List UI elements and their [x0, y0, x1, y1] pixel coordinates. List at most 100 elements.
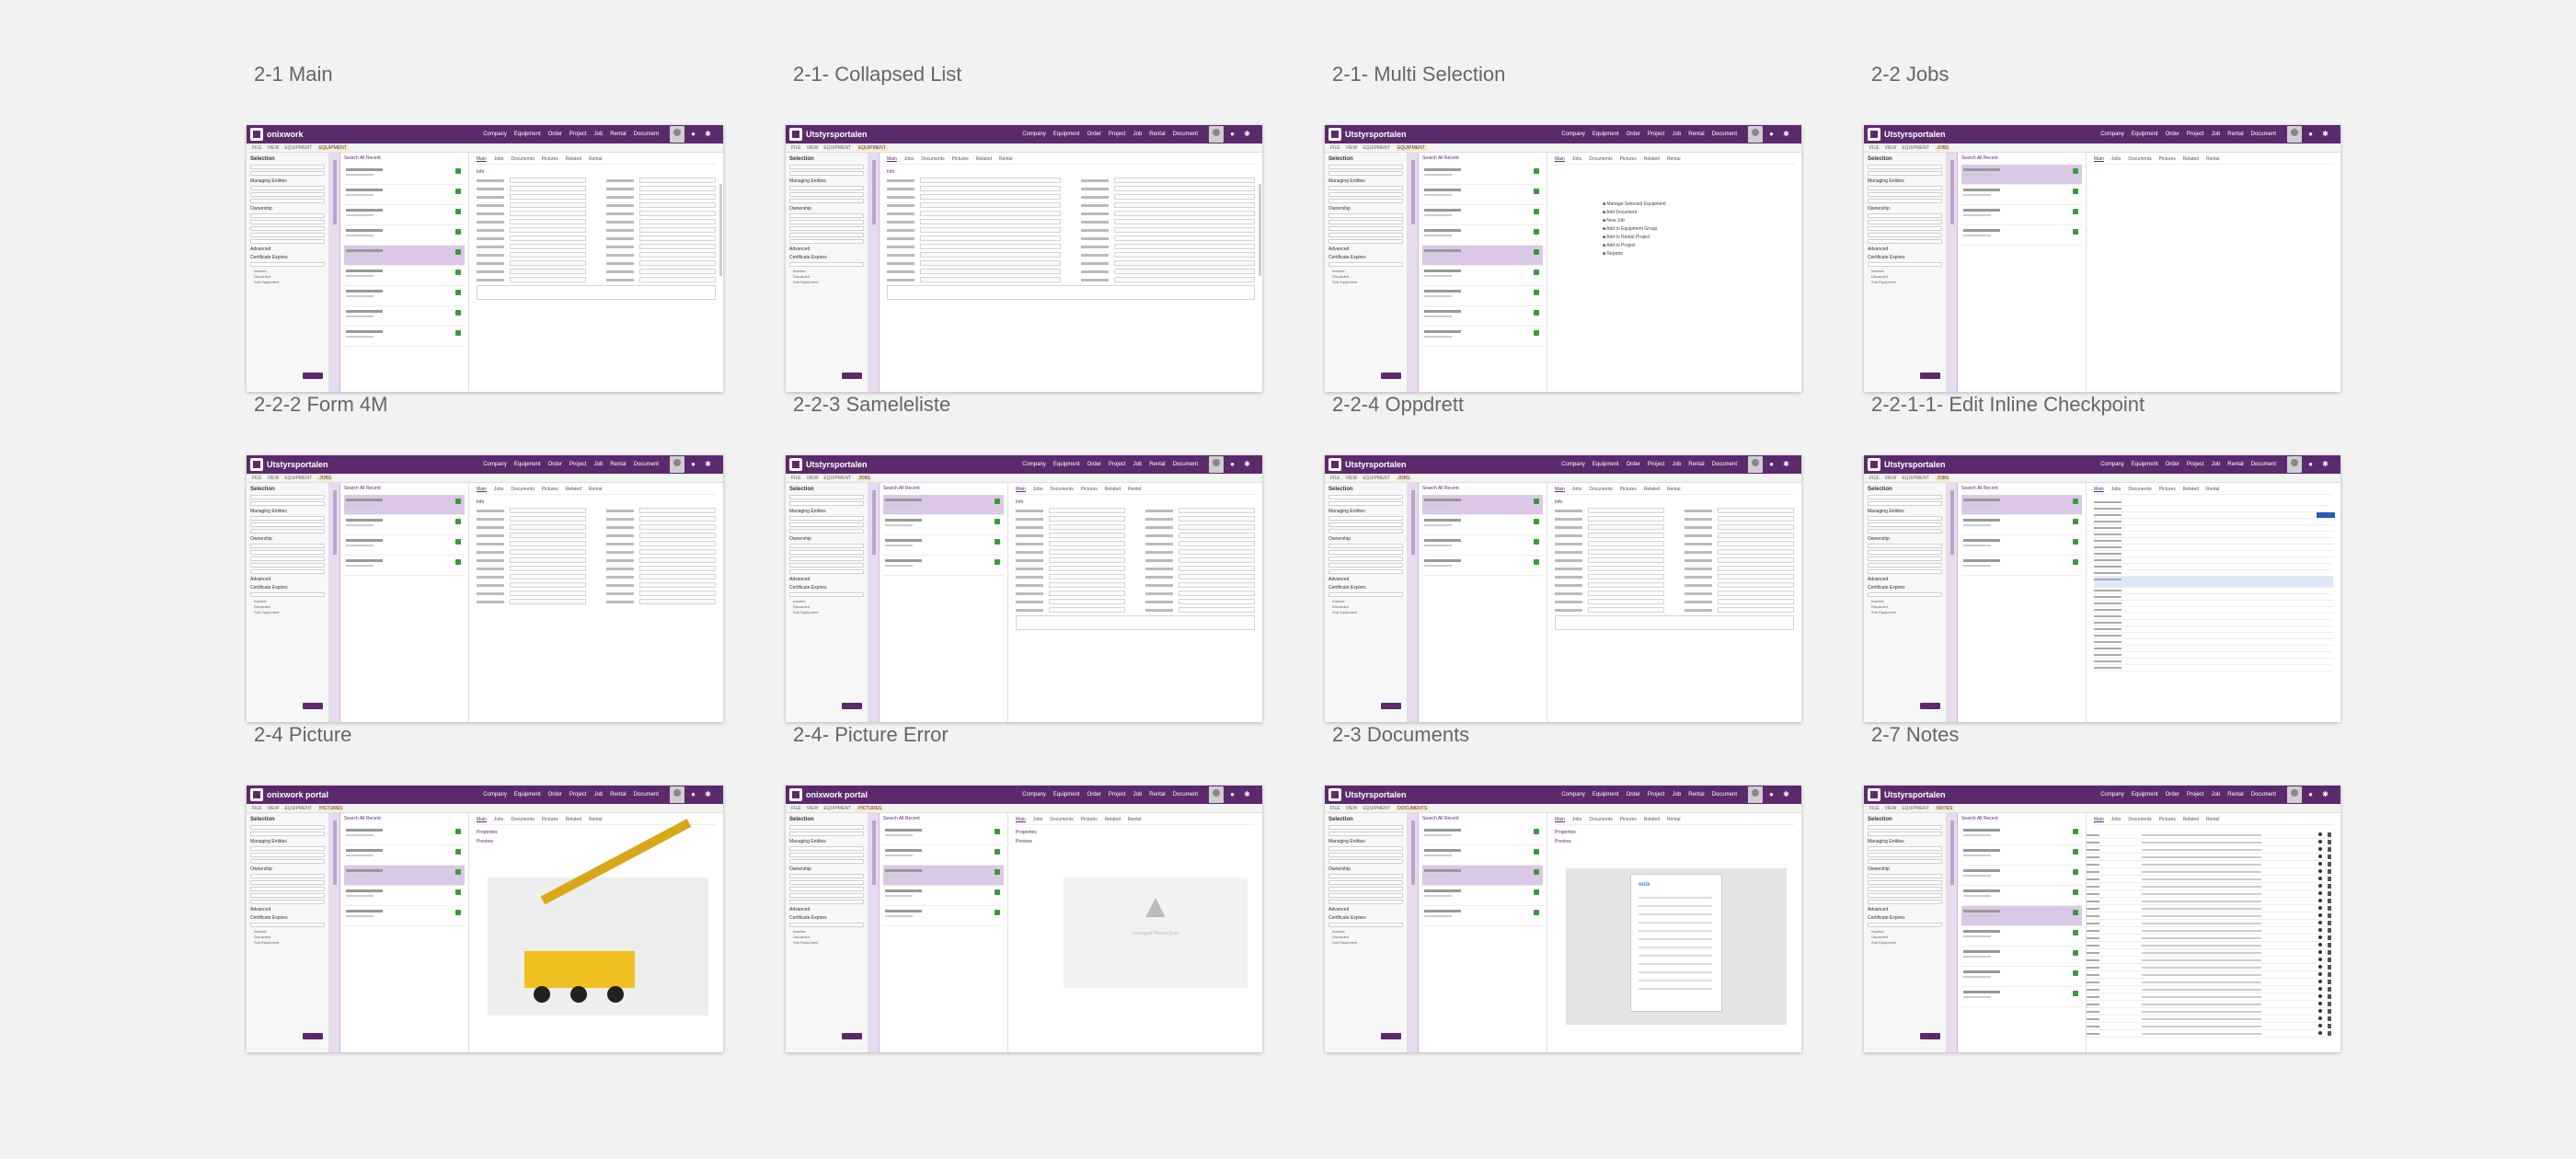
nav-item-job[interactable]: Job [2212, 132, 2221, 137]
checkpoint-row[interactable] [2094, 545, 2333, 551]
tab-documents[interactable]: Documents [921, 156, 944, 162]
tab-pictures[interactable]: Pictures [2159, 156, 2176, 162]
note-row[interactable] [2087, 846, 2333, 854]
filter-input[interactable] [789, 887, 864, 891]
nav-item-rental[interactable]: Rental [2227, 132, 2243, 137]
nav-item-order[interactable]: Order [2166, 462, 2179, 467]
nav-item-job[interactable]: Job [594, 792, 604, 798]
sidebar-checkbox[interactable]: Inactive [1332, 269, 1403, 273]
filter-input[interactable] [250, 495, 325, 499]
menu-item-equipment[interactable]: EQUIPMENT [1902, 806, 1929, 811]
sidebar-checkbox[interactable]: Inactive [1871, 599, 1942, 603]
field-input[interactable] [1718, 557, 1794, 563]
flag-icon[interactable] [2328, 950, 2331, 955]
nav-item-document[interactable]: Document [1712, 132, 1737, 137]
menu-item-file[interactable]: FILE [252, 476, 262, 481]
sidebar-checkbox[interactable]: Discarded [254, 935, 325, 939]
nav-item-equipment[interactable]: Equipment [1593, 792, 1619, 798]
tab-rental[interactable]: Rental [589, 487, 602, 492]
field-input[interactable] [920, 277, 1061, 282]
list-item[interactable] [1422, 556, 1543, 576]
menu-item-equipment[interactable]: EQUIPMENT [823, 145, 851, 151]
note-row[interactable] [2087, 1023, 2333, 1030]
field-input[interactable] [1049, 516, 1125, 522]
tab-pictures[interactable]: Pictures [1620, 487, 1637, 492]
menu-item-file[interactable]: FILE [1869, 145, 1880, 151]
field-input[interactable] [510, 178, 586, 183]
checkpoint-row[interactable] [2094, 577, 2333, 588]
filter-input[interactable] [1328, 900, 1403, 904]
tab-pictures[interactable]: Pictures [1620, 817, 1637, 822]
search-button[interactable] [303, 703, 323, 709]
flag-icon[interactable] [2328, 862, 2331, 866]
comment-field[interactable] [887, 285, 1255, 300]
field-input[interactable] [1588, 574, 1664, 580]
filter-input[interactable] [789, 220, 864, 224]
nav-item-company[interactable]: Company [1561, 792, 1585, 798]
field-input[interactable] [1114, 211, 1255, 216]
field-input[interactable] [1114, 244, 1255, 249]
tab-related[interactable]: Related [2183, 487, 2199, 492]
flag-icon[interactable] [2328, 980, 2331, 984]
list-item[interactable] [344, 225, 465, 246]
sidebar-checkbox[interactable]: Sub Equipment [254, 280, 325, 284]
nav-item-project[interactable]: Project [1109, 462, 1126, 467]
field-input[interactable] [639, 557, 716, 563]
filter-input[interactable] [1328, 880, 1403, 885]
flag-icon[interactable] [2328, 899, 2331, 903]
nav-item-job[interactable]: Job [1133, 462, 1143, 467]
note-row[interactable] [2087, 832, 2333, 839]
field-input[interactable] [1049, 549, 1125, 555]
filter-input[interactable] [1328, 853, 1403, 857]
field-input[interactable] [1179, 524, 1255, 530]
tab-related[interactable]: Related [566, 487, 581, 492]
tab-rental[interactable]: Rental [999, 156, 1012, 162]
menu-item-active[interactable]: JOBS [317, 476, 334, 481]
field-input[interactable] [1588, 557, 1664, 563]
list-item[interactable] [1422, 306, 1543, 327]
filter-input[interactable] [1868, 923, 1942, 927]
menu-item-file[interactable]: FILE [1869, 806, 1880, 811]
tab-rental[interactable]: Rental [2206, 817, 2219, 822]
collapse-strip[interactable] [1947, 813, 1958, 1052]
avatar[interactable] [1209, 126, 1224, 143]
tab-pictures[interactable]: Pictures [542, 487, 558, 492]
list-item[interactable] [1961, 926, 2082, 947]
nav-item-order[interactable]: Order [1087, 792, 1101, 798]
list-item[interactable] [1961, 185, 2082, 205]
list-item[interactable] [1422, 205, 1543, 225]
note-row[interactable] [2087, 942, 2333, 949]
filter-input[interactable] [250, 846, 325, 851]
nav-item-equipment[interactable]: Equipment [1053, 792, 1080, 798]
checkpoint-row[interactable] [2094, 551, 2333, 557]
field-input[interactable] [920, 178, 1061, 183]
filter-input[interactable] [250, 874, 325, 878]
search-button[interactable] [303, 373, 323, 379]
filter-input[interactable] [1328, 233, 1403, 237]
nav-item-job[interactable]: Job [1133, 792, 1143, 798]
menu-item-view[interactable]: VIEW [1346, 145, 1358, 151]
field-input[interactable] [639, 599, 716, 604]
field-input[interactable] [510, 557, 586, 563]
field-input[interactable] [510, 549, 586, 555]
tab-jobs[interactable]: Jobs [494, 156, 504, 162]
field-input[interactable] [510, 508, 586, 513]
avatar[interactable] [670, 786, 684, 803]
nav-item-company[interactable]: Company [1022, 792, 1046, 798]
list-item[interactable] [344, 246, 465, 266]
tab-documents[interactable]: Documents [1050, 487, 1073, 492]
search-button[interactable] [842, 1033, 862, 1039]
filter-input[interactable] [1328, 192, 1403, 197]
filter-input[interactable] [1328, 563, 1403, 568]
list-item[interactable] [1422, 165, 1543, 185]
filter-input[interactable] [1868, 495, 1942, 499]
filter-input[interactable] [250, 853, 325, 857]
note-row[interactable] [2087, 1008, 2333, 1016]
list-item[interactable] [1961, 515, 2082, 535]
field-input[interactable] [510, 582, 586, 588]
search-button[interactable] [1381, 373, 1401, 379]
filter-input[interactable] [789, 516, 864, 521]
tab-rental[interactable]: Rental [1667, 156, 1680, 162]
tab-pictures[interactable]: Pictures [1081, 487, 1098, 492]
bell-icon[interactable]: ● [2306, 790, 2315, 798]
